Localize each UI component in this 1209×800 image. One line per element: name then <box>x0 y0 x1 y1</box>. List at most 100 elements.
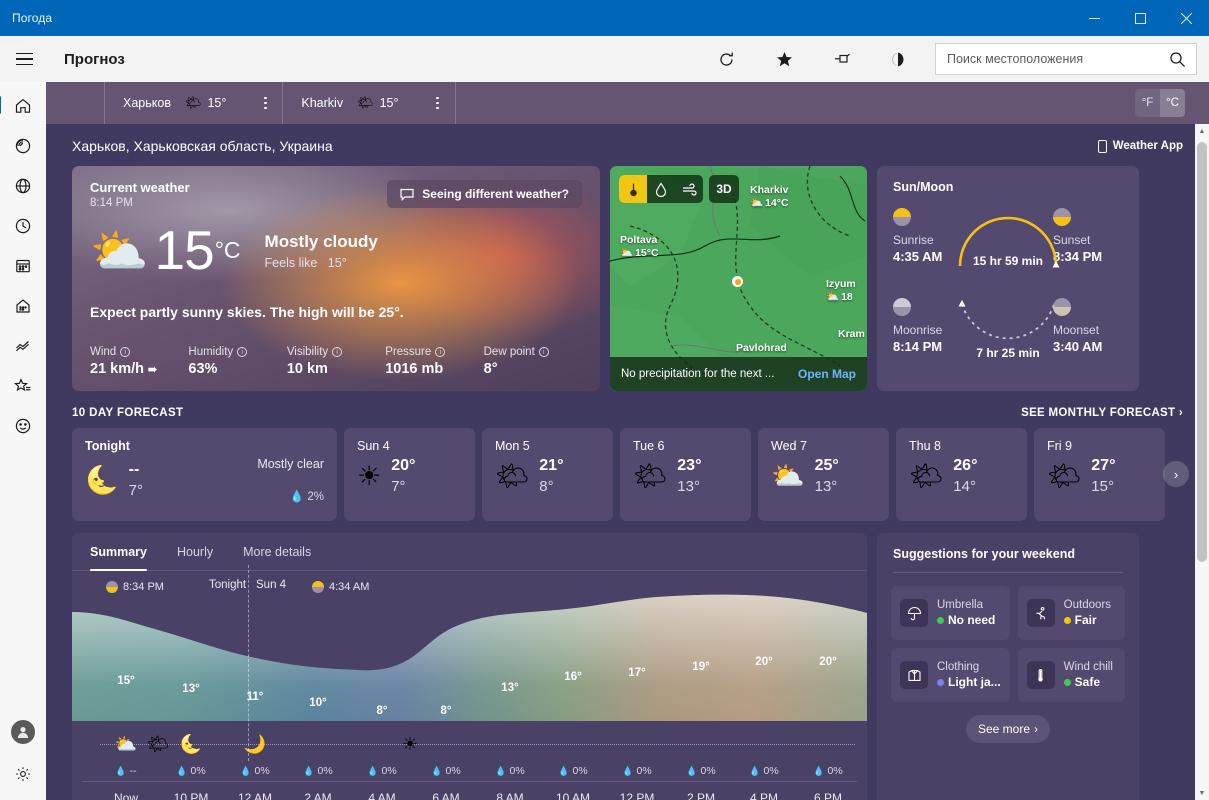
forecast-low: 13° <box>814 478 838 495</box>
location-tab-kharkiv-en[interactable]: Kharkiv 🌤 15° <box>283 82 456 124</box>
forecast-card-day[interactable]: Tue 6 🌤 23° 13° <box>620 428 751 521</box>
chart-temp-label: 10° <box>309 697 327 709</box>
content-area: Харьков 🌤 15° Kharkiv 🌤 15° °F °C Харько… <box>46 82 1209 800</box>
sidebar-item-feedback-smiley[interactable] <box>2 406 44 446</box>
forecast-next-arrow-button[interactable]: › <box>1163 461 1189 487</box>
sidebar-item-home[interactable] <box>0 86 44 126</box>
maximize-button[interactable] <box>1117 0 1163 36</box>
unit-toggle[interactable]: °F °C <box>1135 89 1185 117</box>
wind-icon[interactable] <box>675 175 703 203</box>
tab-more-details[interactable]: More details <box>243 533 311 571</box>
scrollbar-thumb[interactable] <box>1197 142 1207 562</box>
location-name: Харьков, Харьковская область, Украина <box>72 138 333 154</box>
sunset-time: 8:34 PM <box>1053 249 1103 264</box>
forecast-day-name: Thu 8 <box>909 439 941 453</box>
sidebar-item-air-quality[interactable] <box>2 286 44 326</box>
moon-icon[interactable] <box>871 39 929 79</box>
map-city-kharkiv: Kharkiv ⛅ 14°C <box>750 184 789 209</box>
suggestions-grid: Umbrella No need Outdoors Fair Clothing … <box>877 573 1139 702</box>
info-icon[interactable]: i <box>120 347 131 357</box>
chart-pop-value: 0% <box>700 765 716 777</box>
stat-visibility-label: Visibility <box>286 346 329 358</box>
current-temperature-unit: °C <box>214 237 241 263</box>
tab-hourly[interactable]: Hourly <box>177 533 213 571</box>
moon-cloud-icon: 🌜 <box>179 734 203 754</box>
sidebar-item-maps[interactable] <box>2 166 44 206</box>
suggestion-outdoors[interactable]: Outdoors Fair <box>1017 586 1125 640</box>
suggestion-wind-chill[interactable]: Wind chill Safe <box>1017 648 1125 702</box>
sidebar-item-hourly[interactable] <box>2 206 44 246</box>
favorite-star-icon[interactable] <box>755 39 813 79</box>
chart-temp-label: 8° <box>440 705 452 717</box>
chart-sunrise-time: 4:34 AM <box>329 581 370 593</box>
stat-humidity: Humidity i 63% <box>188 346 286 377</box>
search-input[interactable] <box>936 52 1158 66</box>
sun-row: Sunrise 4:35 AM 15 hr 59 min Sunset 8:34… <box>893 208 1123 288</box>
sidebar-item-monthly-calendar[interactable] <box>2 246 44 286</box>
suggestion-value-row: Light ja... <box>937 675 1001 689</box>
chart-pop-label: 💧 0% <box>686 765 715 777</box>
info-icon[interactable]: i <box>538 347 549 357</box>
suggestion-umbrella[interactable]: Umbrella No need <box>891 586 1010 640</box>
refresh-icon[interactable] <box>697 39 755 79</box>
sidebar-item-favorites[interactable] <box>2 366 44 406</box>
chart-pop-value: 0% <box>636 765 652 777</box>
account-avatar[interactable] <box>2 710 44 754</box>
chart-pop-value: 0% <box>763 765 779 777</box>
sidebar-item-trends-chart[interactable] <box>2 326 44 366</box>
thermometer-icon[interactable] <box>619 175 647 203</box>
chart-temp-label: 17° <box>628 667 646 679</box>
scrollbar-track[interactable] <box>1195 138 1209 786</box>
droplet-icon: 💧 <box>686 765 698 776</box>
forecast-card-tonight[interactable]: Tonight 🌜 -- 7° Mostly clear 💧 2% <box>72 428 337 521</box>
location-tab-kharkov-ru[interactable]: Харьков 🌤 15° <box>104 82 284 124</box>
suggestion-clothing[interactable]: Clothing Light ja... <box>891 648 1010 702</box>
scroll-area: Харьков, Харьковская область, Украина We… <box>46 124 1209 800</box>
info-icon[interactable]: i <box>435 347 446 357</box>
map-footer: No precipitation for the next ... Open M… <box>610 357 867 391</box>
stat-humidity-value: 63% <box>188 361 218 377</box>
stat-wind-value: 21 km/h ➠ <box>90 361 188 377</box>
map-city-name: Kharkiv <box>750 184 789 196</box>
night-duration: 7 hr 25 min <box>976 346 1040 360</box>
close-button[interactable] <box>1163 0 1209 36</box>
forecast-card-day[interactable]: Thu 8 🌤 26° 14° <box>896 428 1027 521</box>
forecast-card-day[interactable]: Fri 9 🌤 27° 15° <box>1034 428 1165 521</box>
partly-cloudy-icon: ⛅ <box>771 460 805 491</box>
unit-fahrenheit-button[interactable]: °F <box>1135 89 1160 117</box>
seeing-different-weather-button[interactable]: Seeing different weather? <box>387 180 582 208</box>
open-map-link[interactable]: Open Map <box>798 367 856 381</box>
stat-dew-point-key-row: Dew point i <box>484 346 582 358</box>
droplet-icon: 💧 <box>303 765 315 776</box>
forecast-card-day[interactable]: Mon 5 🌤 21° 8° <box>482 428 613 521</box>
pin-icon[interactable] <box>813 39 871 79</box>
minimize-button[interactable] <box>1071 0 1117 36</box>
forecast-card-day[interactable]: Wed 7 ⛅ 25° 13° <box>758 428 889 521</box>
search-submit-icon[interactable] <box>1158 44 1196 74</box>
see-more-button[interactable]: See more › <box>966 715 1050 743</box>
suggestion-text: Umbrella No need <box>937 599 995 627</box>
location-tab-overflow-icon[interactable] <box>248 82 282 124</box>
chart-time-label: 8 AM <box>496 791 524 800</box>
droplet-icon[interactable] <box>647 175 675 203</box>
weather-map-card[interactable]: 3D Kharkiv ⛅ 14°C Poltava ⛅ 15°C Izyum ⛅… <box>610 166 867 391</box>
see-monthly-forecast-link[interactable]: SEE MONTHLY FORECAST › <box>1021 407 1183 419</box>
scroll-up-arrow-icon[interactable]: ▲ <box>1199 124 1206 138</box>
sidebar-item-radar[interactable] <box>2 126 44 166</box>
info-icon[interactable]: i <box>237 347 248 357</box>
scroll-down-arrow-icon[interactable]: ▼ <box>1199 786 1206 800</box>
hamburger-menu-icon[interactable] <box>0 39 48 79</box>
map-3d-button[interactable]: 3D <box>709 175 739 203</box>
hourly-chart[interactable]: 8:34 PM 4:34 AM Tonight Sun 4 15° 13° 11… <box>72 565 867 781</box>
forecast-section-header: 10 DAY FORECAST SEE MONTHLY FORECAST › <box>72 407 1183 419</box>
search-box[interactable] <box>935 43 1197 75</box>
location-tab-overflow-icon[interactable] <box>421 82 455 124</box>
forecast-low: 7° <box>128 482 143 499</box>
forecast-card-day[interactable]: Sun 4 ☀ 20° 7° <box>344 428 475 521</box>
vertical-scrollbar[interactable]: ▲ ▼ <box>1195 124 1209 800</box>
map-city-kramatorsk: Kram <box>838 328 865 340</box>
tab-summary[interactable]: Summary <box>90 533 147 571</box>
unit-celsius-button[interactable]: °C <box>1160 89 1185 117</box>
info-icon[interactable]: i <box>332 347 343 357</box>
settings-gear-icon[interactable] <box>2 754 44 794</box>
